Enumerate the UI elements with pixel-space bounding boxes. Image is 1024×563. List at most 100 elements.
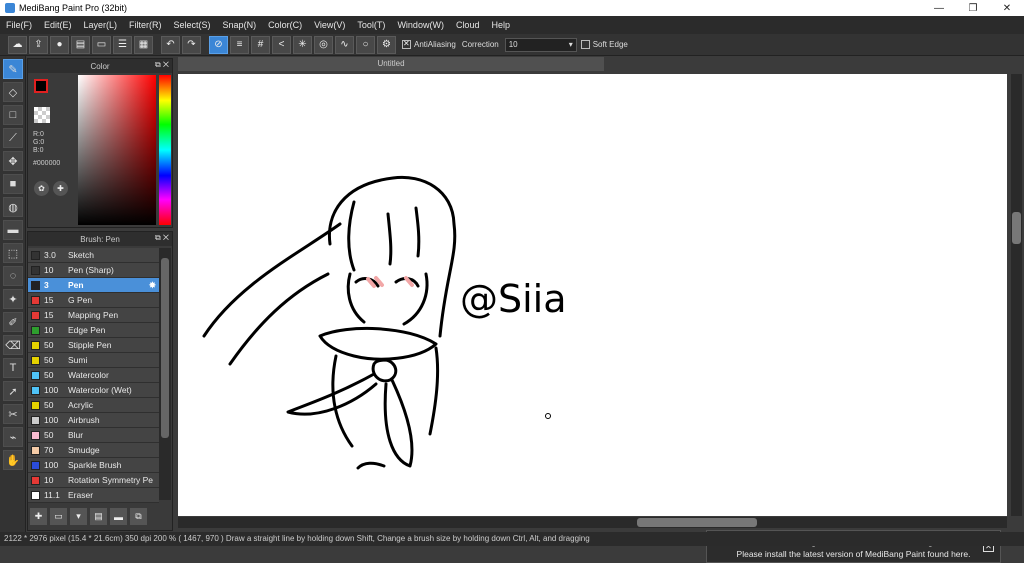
- menu-color[interactable]: Color(C): [268, 20, 302, 30]
- magic-wand-tool-icon[interactable]: ✦: [3, 289, 23, 309]
- menu-cloud[interactable]: Cloud: [456, 20, 480, 30]
- brush-item[interactable]: 15 G Pen: [28, 293, 159, 308]
- brush-panel-title: Brush: Pen: [80, 234, 120, 244]
- brush-item[interactable]: 100 Watercolor (Wet): [28, 383, 159, 398]
- gradient-tool-icon[interactable]: ▬: [3, 220, 23, 240]
- tab-untitled[interactable]: Untitled: [178, 57, 604, 71]
- close-button[interactable]: ✕: [990, 0, 1024, 16]
- brush-item[interactable]: 100 Sparkle Brush: [28, 458, 159, 473]
- grid-icon[interactable]: ▦: [134, 35, 153, 54]
- brush-size: 10: [44, 475, 54, 485]
- correction-select[interactable]: 10 ▾: [504, 37, 577, 52]
- lasso-tool-icon[interactable]: ◌: [3, 266, 23, 286]
- palette-add-icon[interactable]: ✚: [53, 181, 68, 196]
- brush-settings-gear-icon[interactable]: ✸: [149, 280, 156, 291]
- add-brush-icon[interactable]: ✚: [30, 508, 47, 525]
- drawing-canvas[interactable]: @Siia: [178, 74, 1007, 516]
- scroll-thumb[interactable]: [637, 518, 757, 527]
- panel-close-icon[interactable]: ⧉ ✕: [155, 233, 169, 243]
- brush-item[interactable]: 10 Pen (Sharp): [28, 263, 159, 278]
- brush-item[interactable]: 3.0 Sketch: [28, 248, 159, 263]
- snap-settings-icon[interactable]: ⚙: [377, 35, 396, 54]
- select-tool-icon[interactable]: ⬚: [3, 243, 23, 263]
- brush-item[interactable]: 3 Pen ✸: [28, 278, 159, 293]
- radial-snap-icon[interactable]: ✳: [293, 35, 312, 54]
- soft-edge-checkbox[interactable]: [580, 40, 590, 49]
- move-tool-icon[interactable]: ✥: [3, 151, 23, 171]
- brush-item[interactable]: 50 Watercolor: [28, 368, 159, 383]
- document-icon[interactable]: ▭: [92, 35, 111, 54]
- menu-select[interactable]: Select(S): [174, 20, 211, 30]
- antialiasing-checkbox[interactable]: [402, 39, 411, 49]
- comment-icon[interactable]: ●: [50, 35, 69, 54]
- brush-item[interactable]: 50 Stipple Pen: [28, 338, 159, 353]
- brush-item[interactable]: 50 Sumi: [28, 353, 159, 368]
- body-right: [428, 346, 440, 436]
- panel-close-icon[interactable]: ⧉ ✕: [155, 60, 169, 70]
- new-brush-icon[interactable]: ▭: [50, 508, 67, 525]
- saturation-value-picker[interactable]: [78, 75, 156, 225]
- foreground-color-swatch[interactable]: [34, 79, 48, 93]
- curve-snap-icon[interactable]: ∿: [335, 35, 354, 54]
- menu-layer[interactable]: Layer(L): [84, 20, 118, 30]
- menu-window[interactable]: Window(W): [397, 20, 444, 30]
- dot-tool-icon[interactable]: ⟋: [3, 128, 23, 148]
- palette-icon[interactable]: ✿: [34, 181, 49, 196]
- brush-item[interactable]: 11.1 Eraser: [28, 488, 159, 503]
- parallel-snap-icon[interactable]: ≡: [230, 35, 249, 54]
- scroll-thumb[interactable]: [161, 258, 169, 438]
- minimize-button[interactable]: —: [922, 0, 956, 16]
- brush-name: G Pen: [68, 295, 93, 305]
- cross-snap-icon[interactable]: #: [251, 35, 270, 54]
- menu-filter[interactable]: Filter(R): [129, 20, 162, 30]
- shape-tool-icon[interactable]: □: [3, 105, 23, 125]
- menu-tool[interactable]: Tool(T): [357, 20, 385, 30]
- brush-item[interactable]: 10 Rotation Symmetry Pe: [28, 473, 159, 488]
- brush-item[interactable]: 50 Blur: [28, 428, 159, 443]
- hue-slider[interactable]: [159, 75, 171, 225]
- fill-rect-tool-icon[interactable]: ■: [3, 174, 23, 194]
- menu-view[interactable]: View(V): [314, 20, 345, 30]
- transparent-color-swatch[interactable]: [34, 107, 50, 123]
- text-tool-icon[interactable]: T: [3, 358, 23, 378]
- select-eraser-tool-icon[interactable]: ⌫: [3, 335, 23, 355]
- scroll-thumb[interactable]: [1012, 212, 1021, 244]
- brush-item[interactable]: 100 Airbrush: [28, 413, 159, 428]
- hair-outline: [327, 175, 457, 338]
- duplicate-icon[interactable]: ⧉: [130, 508, 147, 525]
- chat-icon[interactable]: ▤: [71, 35, 90, 54]
- brush-item[interactable]: 50 Acrylic: [28, 398, 159, 413]
- vanishing-point-icon[interactable]: <: [272, 35, 291, 54]
- brush-list-scrollbar[interactable]: [159, 248, 171, 500]
- eraser-tool-icon[interactable]: ◇: [3, 82, 23, 102]
- brush-item[interactable]: 10 Edge Pen: [28, 323, 159, 338]
- horizontal-scrollbar[interactable]: [178, 517, 1007, 528]
- divide-tool-icon[interactable]: ✂: [3, 404, 23, 424]
- hair-strand: [347, 200, 356, 272]
- menu-snap[interactable]: Snap(N): [223, 20, 257, 30]
- list-icon[interactable]: ☰: [113, 35, 132, 54]
- bucket-tool-icon[interactable]: ◍: [3, 197, 23, 217]
- brush-item[interactable]: 70 Smudge: [28, 443, 159, 458]
- folder-icon[interactable]: ▬: [110, 508, 127, 525]
- maximize-button[interactable]: ❐: [956, 0, 990, 16]
- undo-icon[interactable]: ↶: [161, 35, 180, 54]
- vertical-scrollbar[interactable]: [1011, 74, 1022, 516]
- brush-menu-icon[interactable]: ▾: [70, 508, 87, 525]
- menu-edit[interactable]: Edit(E): [44, 20, 72, 30]
- select-pen-tool-icon[interactable]: ✐: [3, 312, 23, 332]
- hand-tool-icon[interactable]: ✋: [3, 450, 23, 470]
- brush-tool-icon[interactable]: ✎: [3, 59, 23, 79]
- snap-off-icon[interactable]: ⊘: [209, 35, 228, 54]
- brush-item[interactable]: 15 Mapping Pen: [28, 308, 159, 323]
- concentric-snap-icon[interactable]: ◎: [314, 35, 333, 54]
- brush-settings-icon[interactable]: ▤: [90, 508, 107, 525]
- operation-tool-icon[interactable]: ➚: [3, 381, 23, 401]
- circle-snap-icon[interactable]: ○: [356, 35, 375, 54]
- share-icon[interactable]: ⇪: [29, 35, 48, 54]
- redo-icon[interactable]: ↷: [182, 35, 201, 54]
- menu-help[interactable]: Help: [491, 20, 510, 30]
- eyedropper-tool-icon[interactable]: ⌁: [3, 427, 23, 447]
- menu-file[interactable]: File(F): [6, 20, 32, 30]
- cloud-icon[interactable]: ☁: [8, 35, 27, 54]
